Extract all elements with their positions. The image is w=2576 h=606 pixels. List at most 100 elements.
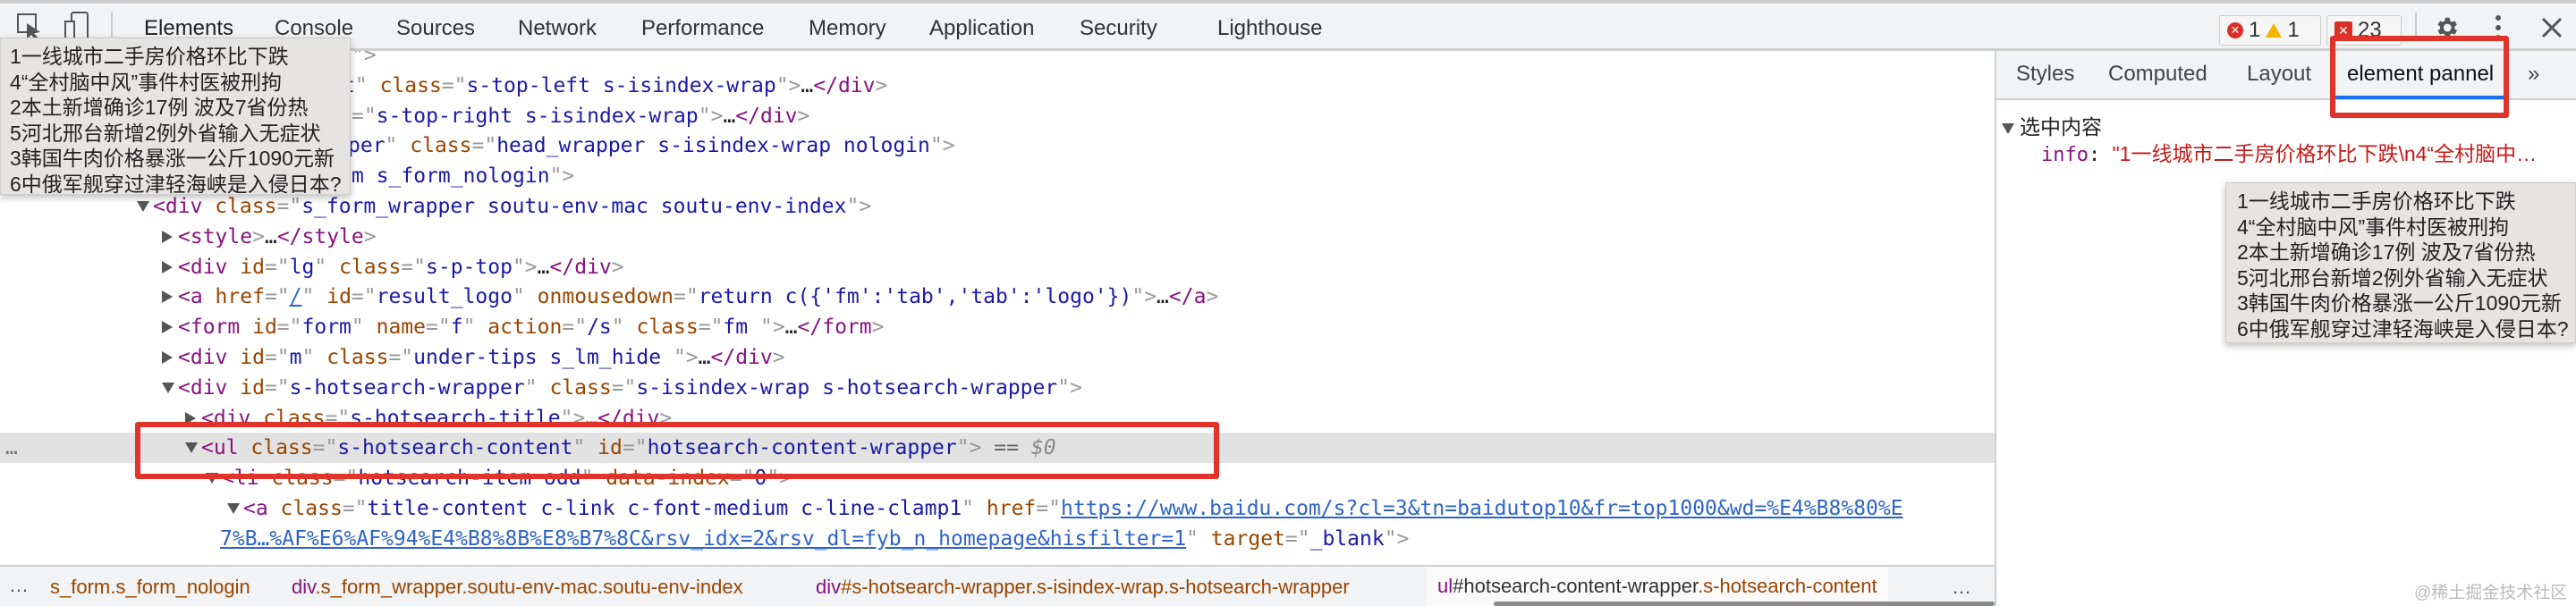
expand-triangle-icon[interactable] xyxy=(2002,123,2014,134)
expand-triangle-icon[interactable] xyxy=(162,351,173,364)
dom-node-markup: <div id="m" class="under-tips s_lm_hide … xyxy=(178,342,785,373)
attribute-link[interactable]: / xyxy=(290,285,302,308)
punctuation: > xyxy=(1206,285,1219,309)
attribute-value: _blank xyxy=(1309,526,1385,551)
expand-triangle-icon[interactable] xyxy=(162,260,173,274)
dom-node-line[interactable]: <div id="m" class="under-tips s_lm_hide … xyxy=(0,342,1995,373)
tab-network[interactable]: Network xyxy=(518,16,597,41)
sidebar-tab-layout[interactable]: Layout xyxy=(2247,62,2311,87)
dom-node-line[interactable]: <div id="lg" class="s-p-top">…</div> xyxy=(0,252,1995,282)
punctuation: "> xyxy=(1131,285,1157,309)
tab-application[interactable]: Application xyxy=(929,16,1034,41)
collapse-triangle-icon[interactable] xyxy=(137,201,149,212)
horizontal-scrollbar[interactable] xyxy=(1494,602,1995,606)
dom-node-markup: m s_form_nologin"> xyxy=(352,161,574,191)
attribute-name: id xyxy=(314,285,352,309)
sidebar-tab-computed[interactable]: Computed xyxy=(2108,62,2207,87)
tag-name: <style xyxy=(178,224,253,248)
breadcrumb-scroll-left[interactable]: … xyxy=(9,574,29,597)
sidebar-tab-styles[interactable]: Styles xyxy=(2016,62,2074,87)
attribute-link[interactable]: https://www.baidu.com/s?cl=3&tn=baidutop… xyxy=(1061,497,1903,520)
attribute-value: head_wrapper s-isindex-wrap nologin xyxy=(496,134,930,158)
tab-lighthouse[interactable]: Lighthouse xyxy=(1217,16,1322,41)
tooltip-line: 6中俄军舰穿过津轻海峡是入侵日本? xyxy=(2237,316,2569,341)
attribute-name: onmousedown xyxy=(524,285,674,309)
tag-name: </style xyxy=(276,224,364,248)
dom-node-markup: <a class="title-content c-link c-font-me… xyxy=(243,493,1903,524)
punctuation: "> xyxy=(929,134,955,158)
punctuation: "> xyxy=(846,195,872,218)
punctuation: =" xyxy=(276,316,302,340)
node-actions-ellipsis[interactable]: … xyxy=(5,433,18,463)
dom-node-line[interactable]: <style>…</style> xyxy=(0,222,1995,252)
collapse-triangle-icon[interactable] xyxy=(227,503,240,514)
punctuation: " xyxy=(1186,526,1199,551)
punctuation: "> xyxy=(775,73,801,97)
attribute-name: href xyxy=(202,285,265,309)
tab-security[interactable]: Security xyxy=(1080,16,1157,41)
info-value: "1一线城市二手房价格环比下跌\n4“全村脑中… xyxy=(2112,142,2538,165)
tag-name: <form xyxy=(178,316,241,340)
sidebar-more-tabs-button[interactable]: » xyxy=(2528,62,2539,87)
collapsed-ellipsis: … xyxy=(723,104,736,128)
section-header[interactable]: 选中内容 xyxy=(2002,110,2102,140)
warning-icon xyxy=(2266,23,2283,38)
punctuation: =" xyxy=(441,73,467,97)
attribute-value: s-isindex-wrap s-hotsearch-wrapper xyxy=(636,375,1058,400)
collapsed-ellipsis: … xyxy=(537,255,550,279)
expand-triangle-icon[interactable] xyxy=(162,230,173,243)
attribute-value: s-p-top xyxy=(426,255,513,279)
tooltip-line: 5河北邢台新增2例外省输入无症状 xyxy=(10,121,321,145)
console-counts-badge[interactable]: ✕ 1 1 xyxy=(2219,15,2321,46)
close-devtools-icon[interactable] xyxy=(2540,16,2563,39)
breadcrumb-item[interactable]: s_form.s_form_nologin xyxy=(50,576,250,599)
tab-memory[interactable]: Memory xyxy=(809,16,886,41)
tab-sources[interactable]: Sources xyxy=(396,16,475,41)
punctuation: =" xyxy=(611,375,637,400)
dom-node-markup: <div id="s-hotsearch-wrapper" class="s-i… xyxy=(178,373,1082,403)
warning-count: 1 xyxy=(2287,18,2300,42)
expand-triangle-icon[interactable] xyxy=(162,321,173,334)
dom-node-markup: per" class="head_wrapper s-isindex-wrap … xyxy=(348,130,955,161)
breadcrumb-item[interactable]: div.s_form_wrapper.soutu-env-mac.soutu-e… xyxy=(292,576,743,599)
dom-node-line[interactable]: <div id="s-hotsearch-wrapper" class="s-i… xyxy=(0,373,1995,403)
dom-node-markup: <a href="/" id="result_logo" onmousedown… xyxy=(178,282,1218,312)
punctuation: " xyxy=(301,285,315,309)
tooltip-line: 3韩国牛肉价格暴涨一公斤1090元新 xyxy=(2237,291,2562,315)
breadcrumb-item-current[interactable]: ul#hotsearch-content-wrapper.s-hotsearch… xyxy=(1427,567,1888,606)
attribute-value: f xyxy=(450,316,463,340)
collapsed-ellipsis: … xyxy=(784,316,798,340)
attribute-link[interactable]: 7%B…%AF%E6%AF%94%E4%B8%8B%E8%B7%8C&rsv_i… xyxy=(220,527,1186,551)
breadcrumb-item[interactable]: div#s-hotsearch-wrapper.s-isindex-wrap.s… xyxy=(816,576,1350,599)
breadcrumb-tag: div xyxy=(292,576,316,598)
attribute-name: class xyxy=(537,375,612,400)
dom-node-markup: ="s-top-right s-isindex-wrap">…</div> xyxy=(352,101,809,131)
attribute-name: class xyxy=(623,316,699,340)
dom-node-line[interactable]: <form id="form" name="f" action="/s" cla… xyxy=(0,312,1995,342)
punctuation: > xyxy=(772,346,785,369)
collapse-triangle-icon[interactable] xyxy=(162,382,174,393)
collapsed-ellipsis: … xyxy=(264,224,277,248)
attribute-name: class xyxy=(326,255,402,279)
dom-node-markup: <style>…</style> xyxy=(178,222,377,252)
tooltip-line: 4“全村脑中风”事件村医被刑拘 xyxy=(10,70,283,94)
info-property: info: "1一线城市二手房价格环比下跌\n4“全村脑中… xyxy=(2041,142,2538,166)
tab-performance[interactable]: Performance xyxy=(641,16,764,41)
error-count: 1 xyxy=(2249,18,2261,42)
dom-node-line[interactable]: 7%B…%AF%E6%AF%94%E4%B8%8B%E8%B7%8C&rsv_i… xyxy=(0,524,1995,554)
attribute-value: form xyxy=(301,316,352,340)
tag-name: <div xyxy=(178,346,228,369)
punctuation: =" xyxy=(471,134,497,158)
tag-name: <div xyxy=(178,255,228,279)
watermark: @稀土掘金技术社区 xyxy=(2414,584,2568,602)
punctuation: " xyxy=(524,375,538,400)
expand-triangle-icon[interactable] xyxy=(162,290,173,304)
tag-name: <div xyxy=(153,195,203,218)
punctuation: =" xyxy=(388,346,414,369)
tooltip-line: 3韩国牛肉价格暴涨一公斤1090元新 xyxy=(10,147,335,170)
breadcrumb-scroll-right[interactable]: … xyxy=(1952,576,1971,599)
punctuation: "> xyxy=(549,164,575,189)
dom-node-line[interactable]: <a href="/" id="result_logo" onmousedown… xyxy=(0,282,1995,312)
dom-node-line[interactable]: <a class="title-content c-link c-font-me… xyxy=(0,493,1995,524)
tag-name: </div xyxy=(549,255,612,279)
